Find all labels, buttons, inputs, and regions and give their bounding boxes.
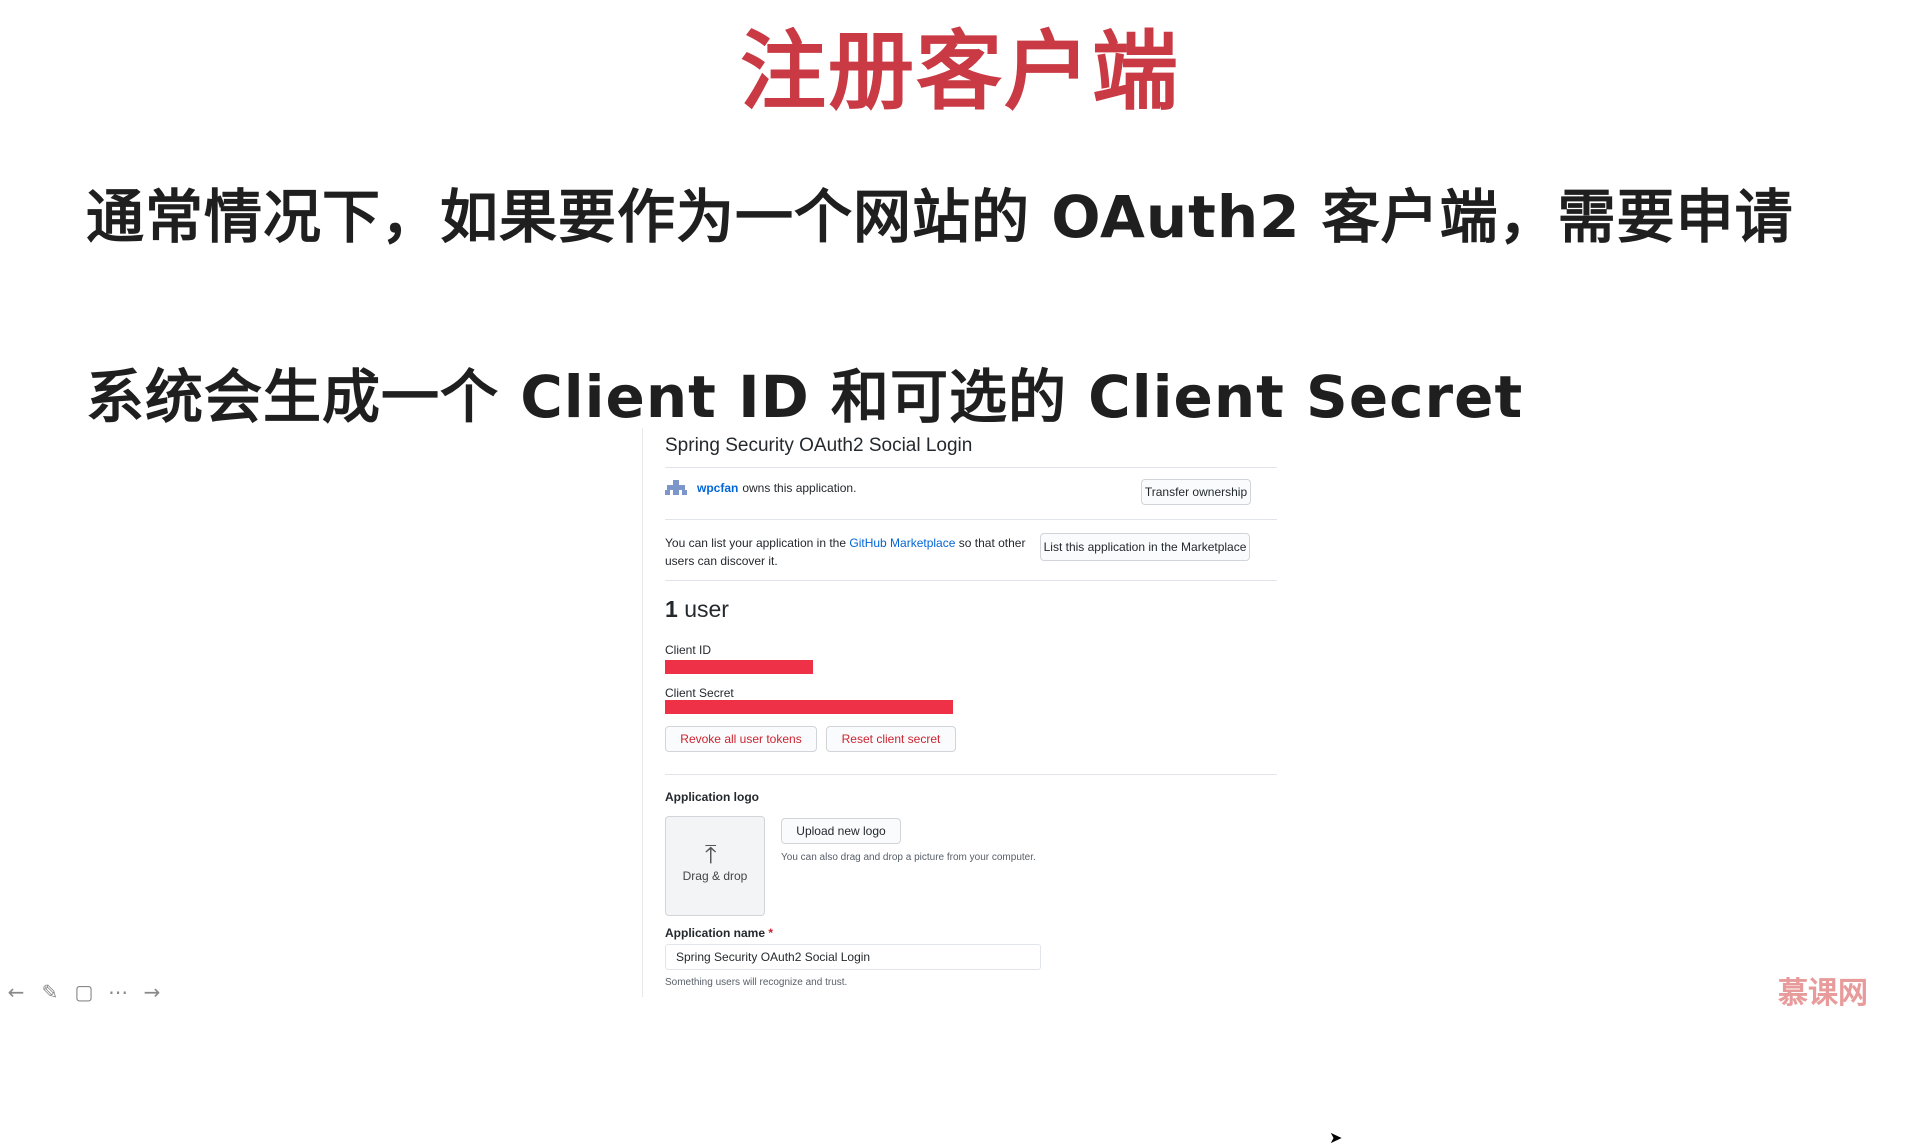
divider (665, 580, 1277, 581)
slide-line-2: 系统会生成一个 Client ID 和可选的 Client Secret (86, 363, 1524, 431)
owner-suffix: owns this application. (742, 481, 857, 495)
application-name-input[interactable]: Spring Security OAuth2 Social Login (665, 944, 1041, 970)
required-mark: * (768, 926, 774, 940)
screen-icon[interactable]: ▢ (72, 980, 96, 1004)
presentation-toolbar: ← ✎ ▢ ⋯ → (4, 980, 164, 1004)
arrow-right-icon[interactable]: → (140, 980, 164, 1004)
watermark-logo: 慕课网 (1778, 976, 1868, 1011)
more-icon[interactable]: ⋯ (106, 980, 130, 1004)
logo-drop-zone[interactable]: ⤒ Drag & drop (665, 816, 765, 916)
mouse-cursor-icon: ➤ (1329, 1130, 1343, 1147)
marketplace-text-before: You can list your application in the (665, 536, 847, 550)
github-marketplace-link[interactable]: GitHub Marketplace (849, 536, 955, 550)
application-name-label: Application name * (665, 926, 773, 940)
slide-line-1: 通常情况下，如果要作为一个网站的 OAuth2 客户端，需要申请 (86, 183, 1794, 251)
slide-title: 注册客户端 (740, 22, 1180, 122)
divider (665, 467, 1277, 468)
client-id-redacted (665, 660, 813, 674)
divider (665, 519, 1277, 520)
users-count-number: 1 (665, 596, 678, 622)
client-secret-redacted (665, 700, 953, 714)
owner-row: wpcfan owns this application. (665, 480, 856, 496)
transfer-ownership-button[interactable]: Transfer ownership (1141, 479, 1251, 505)
github-app-settings-panel: Spring Security OAuth2 Social Login wpcf… (642, 428, 1342, 1147)
arrow-left-icon[interactable]: ← (4, 980, 28, 1004)
divider (665, 774, 1277, 775)
list-in-marketplace-button[interactable]: List this application in the Marketplace (1040, 533, 1250, 561)
application-name-label-text: Application name (665, 926, 766, 940)
reset-client-secret-button[interactable]: Reset client secret (826, 726, 956, 752)
marketplace-description: You can list your application in the Git… (665, 534, 1035, 570)
application-logo-label: Application logo (665, 790, 759, 804)
upload-new-logo-button[interactable]: Upload new logo (781, 818, 901, 844)
pen-icon[interactable]: ✎ (38, 980, 62, 1004)
revoke-all-user-tokens-button[interactable]: Revoke all user tokens (665, 726, 817, 752)
client-secret-label: Client Secret (665, 686, 734, 700)
users-count: 1 user (665, 596, 729, 623)
app-title: Spring Security OAuth2 Social Login (665, 435, 973, 456)
drag-drop-text: Drag & drop (682, 869, 748, 883)
owner-name-link[interactable]: wpcfan (697, 481, 738, 495)
users-count-label: user (684, 596, 729, 622)
client-id-label: Client ID (665, 643, 712, 657)
upload-arrow-icon: ⤒ (705, 839, 717, 869)
application-name-hint: Something users will recognize and trust… (665, 977, 848, 988)
owner-avatar-icon (665, 480, 687, 496)
upload-hint: You can also drag and drop a picture fro… (781, 852, 1036, 863)
